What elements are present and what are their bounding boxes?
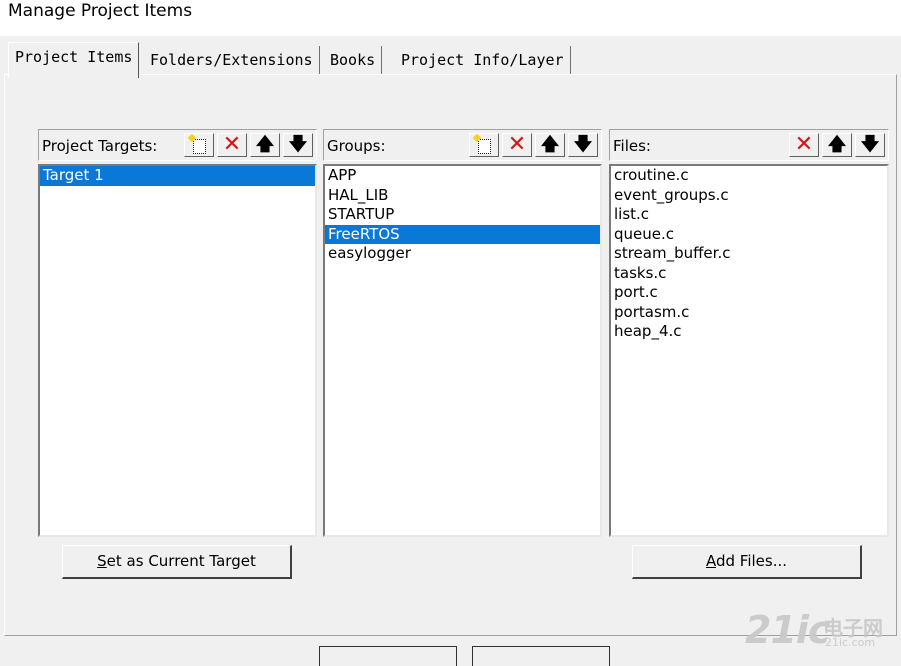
new-target-button[interactable] xyxy=(184,133,214,157)
groups-header-label: Groups: xyxy=(327,137,386,155)
arrow-up-icon: 🡅 xyxy=(540,134,560,155)
delete-file-button[interactable]: ✕ xyxy=(789,133,819,157)
arrow-down-icon: 🡇 xyxy=(288,134,308,155)
add-files-button[interactable]: Add Files... xyxy=(632,545,862,579)
delete-target-button[interactable]: ✕ xyxy=(217,133,247,157)
new-item-icon xyxy=(478,139,491,154)
files-list-item[interactable]: heap_4.c xyxy=(611,322,887,342)
new-group-button[interactable] xyxy=(469,133,499,157)
watermark-domain: 21ic.com xyxy=(825,636,876,649)
arrow-down-icon: 🡇 xyxy=(860,134,880,155)
groups-list-item[interactable]: FreeRTOS xyxy=(325,224,600,244)
targets-list-item[interactable]: Target 1 xyxy=(40,166,315,186)
tab-strip: Project Items Folders/Extensions Books P… xyxy=(0,36,901,78)
move-file-down-button[interactable]: 🡇 xyxy=(855,133,885,157)
files-list-item[interactable]: queue.c xyxy=(611,225,887,245)
watermark-main: 21ic xyxy=(745,608,830,652)
targets-header: Project Targets: ✕ 🡅 🡇 xyxy=(38,129,317,161)
groups-list-item[interactable]: HAL_LIB xyxy=(325,186,600,206)
groups-list-item[interactable]: APP xyxy=(325,166,600,186)
delete-group-button[interactable]: ✕ xyxy=(502,133,532,157)
tab-project-items[interactable]: Project Items xyxy=(8,42,140,78)
files-list-item[interactable]: tasks.c xyxy=(611,264,887,284)
arrow-up-icon: 🡅 xyxy=(255,134,275,155)
files-list-item[interactable]: stream_buffer.c xyxy=(611,244,887,264)
files-list-item[interactable]: event_groups.c xyxy=(611,186,887,206)
groups-list[interactable]: APP HAL_LIB STARTUP FreeRTOS easylogger xyxy=(323,164,602,537)
window-title: Manage Project Items xyxy=(8,1,193,21)
targets-list[interactable]: Target 1 xyxy=(38,164,317,537)
set-current-target-button[interactable]: Set as Current Target xyxy=(62,545,292,579)
files-header: Files: ✕ 🡅 🡇 xyxy=(609,129,889,161)
move-file-up-button[interactable]: 🡅 xyxy=(822,133,852,157)
files-list-item[interactable]: croutine.c xyxy=(611,166,887,186)
cancel-button-partial[interactable] xyxy=(472,646,610,666)
tab-books[interactable]: Books xyxy=(324,46,383,74)
groups-list-item[interactable]: STARTUP xyxy=(325,205,600,225)
files-list-item[interactable]: list.c xyxy=(611,205,887,225)
targets-header-label: Project Targets: xyxy=(42,137,158,155)
delete-icon: ✕ xyxy=(507,132,527,157)
delete-icon: ✕ xyxy=(794,132,814,157)
move-group-down-button[interactable]: 🡇 xyxy=(568,133,598,157)
move-target-down-button[interactable]: 🡇 xyxy=(283,133,313,157)
delete-icon: ✕ xyxy=(222,132,242,157)
watermark-logo: 21ic 电子网 21ic.com xyxy=(745,608,895,652)
ok-button-partial[interactable] xyxy=(319,646,457,666)
title-bar: Manage Project Items xyxy=(0,0,901,36)
files-list[interactable]: croutine.c event_groups.c list.c queue.c str… xyxy=(609,164,889,537)
files-header-label: Files: xyxy=(613,137,651,155)
new-item-icon xyxy=(193,139,206,154)
move-target-up-button[interactable]: 🡅 xyxy=(250,133,280,157)
files-list-item[interactable]: portasm.c xyxy=(611,303,887,323)
arrow-up-icon: 🡅 xyxy=(827,134,847,155)
groups-header: Groups: ✕ 🡅 🡇 xyxy=(323,129,602,161)
move-group-up-button[interactable]: 🡅 xyxy=(535,133,565,157)
arrow-down-icon: 🡇 xyxy=(573,134,593,155)
groups-list-item[interactable]: easylogger xyxy=(325,244,600,264)
tab-folders-extensions[interactable]: Folders/Extensions xyxy=(144,46,320,74)
files-list-item[interactable]: port.c xyxy=(611,283,887,303)
tab-project-info-layer[interactable]: Project Info/Layer xyxy=(395,46,571,74)
